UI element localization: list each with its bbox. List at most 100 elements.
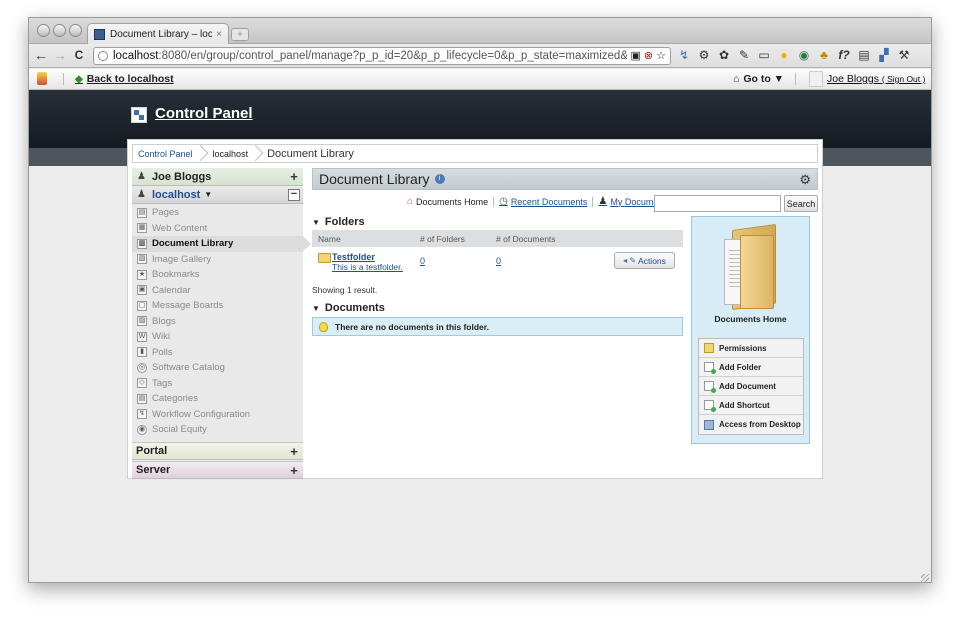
bookmarks-icon: ★ <box>137 269 147 280</box>
home-icon: ⌂ <box>733 73 740 85</box>
extension-icon[interactable]: ● <box>777 48 791 62</box>
search-button[interactable]: Search <box>784 195 818 212</box>
tab-close-icon[interactable]: × <box>216 29 222 40</box>
avatar[interactable] <box>809 71 823 87</box>
expand-icon[interactable]: + <box>288 170 300 183</box>
resize-grip-icon[interactable] <box>921 574 929 582</box>
sidebar-item-pages[interactable]: ▤ Pages <box>132 205 303 221</box>
page-icon <box>98 51 108 61</box>
document-count-link[interactable]: 0 <box>496 256 501 266</box>
back-link-label: Back to localhost <box>86 73 174 85</box>
expand-icon[interactable]: + <box>288 445 300 458</box>
folder-description-link[interactable]: This is a testfolder. <box>332 262 403 272</box>
expand-icon[interactable]: + <box>288 464 300 477</box>
add-document-action[interactable]: Add Document <box>699 377 803 396</box>
close-window-button[interactable] <box>37 24 50 37</box>
sidebar-item-label: Polls <box>152 346 173 358</box>
new-tab-button[interactable]: + <box>231 28 249 41</box>
sidebar-item-label: Categories <box>152 393 198 405</box>
sidebar-item-blogs[interactable]: ▨ Blogs <box>132 314 303 330</box>
back-button[interactable]: ← <box>33 47 49 64</box>
zoom-window-button[interactable] <box>69 24 82 37</box>
access-from-desktop-action[interactable]: Access from Desktop <box>699 415 803 434</box>
user-link[interactable]: Joe Bloggs ( Sign Out ) <box>827 73 925 85</box>
sidebar-item-wiki[interactable]: W Wiki <box>132 329 303 345</box>
add-shortcut-action[interactable]: Add Shortcut <box>699 396 803 415</box>
chevron-down-icon[interactable]: ▼ <box>204 190 212 199</box>
search-input[interactable] <box>654 195 781 212</box>
add-folder-action[interactable]: Add Folder <box>699 358 803 377</box>
library-navigation: ⌂ Documents Home ◷ Recent Documents ♟ My… <box>402 196 675 207</box>
bookmark-star-icon[interactable]: ☆ <box>656 50 666 62</box>
blogs-icon: ▨ <box>137 316 147 327</box>
control-panel-title[interactable]: Control Panel <box>155 105 253 122</box>
extension-icon[interactable]: f? <box>837 48 851 62</box>
browser-tab[interactable]: Document Library – localhos × <box>87 23 229 44</box>
sidebar-item-workflow-configuration[interactable]: ↯ Workflow Configuration <box>132 407 303 423</box>
breadcrumb-control-panel[interactable]: Control Panel <box>133 145 200 162</box>
extension-icon[interactable]: ▤ <box>857 48 871 62</box>
tags-icon: ◇ <box>137 378 147 389</box>
tab-title: Document Library – localhos <box>110 28 212 40</box>
documents-heading[interactable]: ▼ Documents <box>312 302 385 314</box>
breadcrumb-localhost[interactable]: localhost <box>208 145 256 162</box>
sidebar-item-web-content[interactable]: ▦ Web Content <box>132 221 303 237</box>
user-icon: ♟ <box>598 196 608 207</box>
collapse-triangle-icon: ▼ <box>312 303 320 313</box>
extension-icon[interactable]: ↯ <box>677 48 691 62</box>
image-gallery-icon: ▧ <box>137 254 147 265</box>
sidebar-item-social-equity[interactable]: ◉ Social Equity <box>132 422 303 438</box>
configuration-icon[interactable]: ⚙ <box>799 172 811 188</box>
folder-count-link[interactable]: 0 <box>420 256 425 266</box>
sidebar-item-image-gallery[interactable]: ▧ Image Gallery <box>132 252 303 268</box>
collapse-icon[interactable]: − <box>288 189 300 201</box>
minimize-window-button[interactable] <box>53 24 66 37</box>
blocker-icon[interactable]: ⊗ <box>644 50 653 62</box>
extension-icon[interactable]: ♣ <box>817 48 831 62</box>
info-icon[interactable]: i <box>434 174 445 184</box>
forward-button[interactable]: → <box>52 47 68 64</box>
sidebar-item-tags[interactable]: ◇ Tags <box>132 376 303 392</box>
sidebar-section-server[interactable]: Server + <box>132 461 303 479</box>
user-name: Joe Bloggs <box>827 73 879 85</box>
breadcrumb-separator <box>200 145 208 162</box>
empty-message-text: There are no documents in this folder. <box>335 321 489 332</box>
browser-toolbar: ← → C localhost :8080/en/group/control_p… <box>29 44 931 68</box>
go-to-menu[interactable]: ⌂ Go to ▼ <box>733 73 784 85</box>
sidebar-item-document-library[interactable]: ▥ Document Library <box>132 236 311 252</box>
extension-icon[interactable]: ✿ <box>717 48 731 62</box>
folders-heading[interactable]: ▼ Folders <box>312 216 365 228</box>
extension-icon[interactable]: ▭ <box>757 48 771 62</box>
sidebar-section-portal[interactable]: Portal + <box>132 442 303 460</box>
extension-icon[interactable]: ✎ <box>737 48 751 62</box>
sidebar-item-label: Calendar <box>152 284 191 296</box>
sidebar-item-polls[interactable]: ▮ Polls <box>132 345 303 361</box>
sidebar: ♟ Joe Bloggs + ♟ localhost ▼ − ▤ Pages ▦ W… <box>132 168 311 480</box>
sidebar-item-label: Document Library <box>152 238 234 250</box>
wrench-menu-icon[interactable]: ⚒ <box>897 48 911 62</box>
sidebar-item-software-catalog[interactable]: ◎ Software Catalog <box>132 360 303 376</box>
sidebar-item-calendar[interactable]: ▣ Calendar <box>132 283 303 299</box>
extension-icon[interactable]: ▞ <box>877 48 891 62</box>
document-library-icon: ▥ <box>137 238 147 249</box>
liferay-logo-icon[interactable] <box>37 72 47 85</box>
permissions-action[interactable]: Permissions <box>699 339 803 358</box>
page-action-icon[interactable]: ▣ <box>631 50 641 62</box>
sidebar-item-label: Wiki <box>152 331 170 343</box>
recent-documents-link[interactable]: ◷ Recent Documents <box>494 196 592 207</box>
sidebar-item-categories[interactable]: ▤ Categories <box>132 391 303 407</box>
back-to-site-link[interactable]: ◆ Back to localhost <box>75 73 174 85</box>
actions-button[interactable]: ◂ ✎ Actions <box>614 252 675 269</box>
sidebar-section-user[interactable]: ♟ Joe Bloggs + <box>132 168 303 186</box>
sidebar-item-bookmarks[interactable]: ★ Bookmarks <box>132 267 303 283</box>
sidebar-section-site[interactable]: ♟ localhost ▼ − <box>132 186 303 204</box>
address-bar[interactable]: localhost :8080/en/group/control_panel/m… <box>93 47 671 65</box>
folder-name-link[interactable]: Testfolder <box>332 252 375 262</box>
reload-button[interactable]: C <box>71 47 87 64</box>
sidebar-item-message-boards[interactable]: ▢ Message Boards <box>132 298 303 314</box>
documents-home-link[interactable]: ⌂ Documents Home <box>402 196 493 207</box>
sign-out-link[interactable]: ( Sign Out ) <box>882 74 925 84</box>
extension-icon[interactable]: ⚙ <box>697 48 711 62</box>
actions-label: Actions <box>638 255 666 266</box>
extension-icon[interactable]: ◉ <box>797 48 811 62</box>
